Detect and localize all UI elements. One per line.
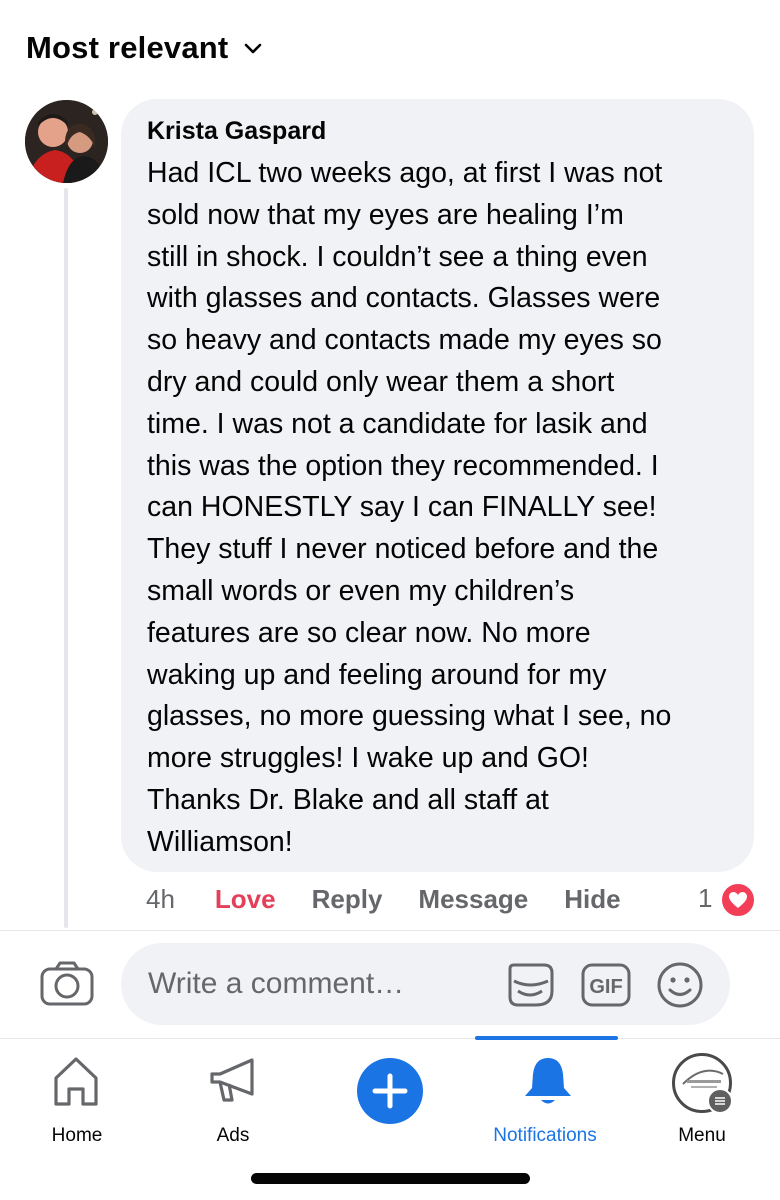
sort-dropdown[interactable]: Most relevant — [26, 30, 262, 66]
sticker-icon[interactable] — [504, 961, 556, 1009]
camera-icon[interactable] — [40, 960, 94, 1006]
tab-home-label[interactable]: Home — [0, 1125, 157, 1147]
commenter-avatar[interactable] — [25, 100, 108, 183]
comment-text: Had ICL two weeks ago, at first I was no… — [147, 157, 672, 858]
avatar-photo — [25, 100, 108, 183]
tab-notifications-label[interactable]: Notifications — [465, 1125, 625, 1147]
menu-list-icon — [707, 1088, 733, 1114]
reply-button[interactable]: Reply — [312, 884, 383, 915]
divider — [0, 930, 780, 931]
comment-composer[interactable]: Write a comment… GIF — [121, 943, 730, 1025]
message-button[interactable]: Message — [418, 884, 528, 915]
chevron-down-icon — [245, 43, 262, 54]
emoji-icon[interactable] — [655, 961, 705, 1009]
thread-line — [64, 188, 68, 928]
comment-timestamp[interactable]: 4h — [146, 884, 175, 915]
heart-icon[interactable] — [720, 882, 756, 918]
home-icon[interactable] — [6, 1054, 146, 1110]
gif-icon[interactable]: GIF — [580, 961, 632, 1009]
megaphone-icon[interactable] — [162, 1054, 302, 1110]
home-indicator — [251, 1173, 530, 1184]
tab-ads-label[interactable]: Ads — [153, 1125, 313, 1147]
love-reaction-button[interactable]: Love — [215, 884, 276, 915]
active-tab-indicator — [475, 1036, 618, 1040]
comment-actions: 4h Love Reply Message Hide — [146, 884, 621, 915]
comment-author[interactable]: Krista Gaspard — [147, 117, 734, 146]
create-button[interactable] — [357, 1058, 423, 1124]
hide-button[interactable]: Hide — [564, 884, 620, 915]
gif-label: GIF — [589, 976, 622, 998]
reaction-count[interactable]: 1 — [698, 883, 712, 914]
tab-menu-label[interactable]: Menu — [622, 1125, 780, 1147]
composer-placeholder: Write a comment… — [148, 967, 405, 1000]
divider — [0, 1038, 780, 1039]
comment-bubble[interactable]: Krista Gaspard Had ICL two weeks ago, at… — [121, 99, 754, 872]
plus-icon — [372, 1073, 408, 1109]
bell-icon[interactable] — [478, 1054, 618, 1110]
sort-label: Most relevant — [26, 30, 229, 65]
